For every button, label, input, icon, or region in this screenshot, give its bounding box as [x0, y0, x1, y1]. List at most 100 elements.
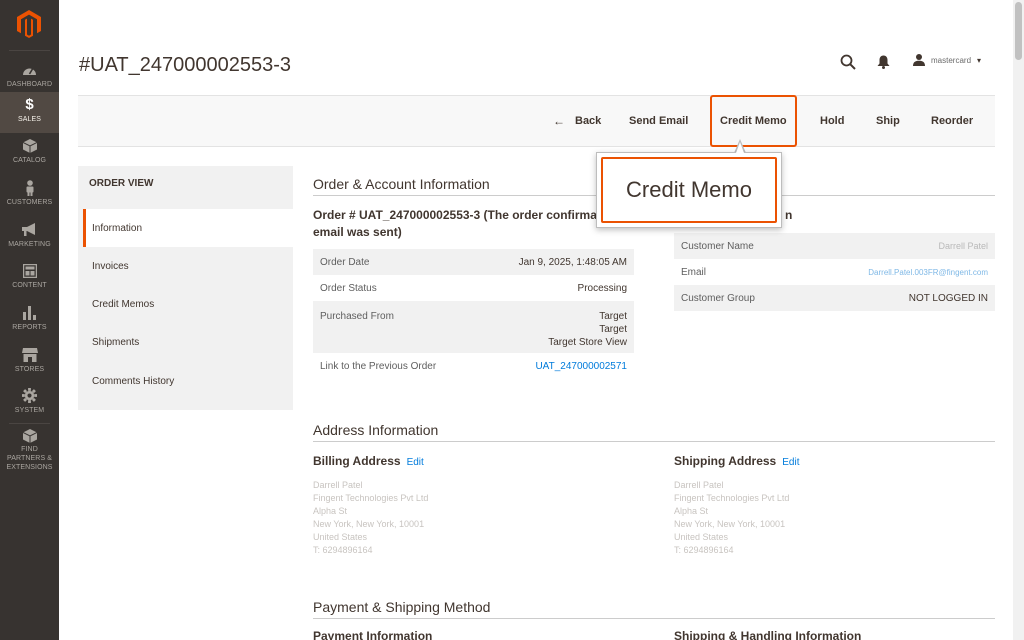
order-view-title: ORDER VIEW [89, 178, 154, 189]
order-info-table: Order Date Jan 9, 2025, 1:48:05 AM Order… [313, 249, 634, 379]
menu-item-sales[interactable]: $ SALES [0, 92, 59, 133]
billing-address-title: Billing Address [313, 454, 401, 468]
reorder-button[interactable]: Reorder [931, 96, 973, 146]
row-value: Target [599, 311, 627, 322]
section-divider [313, 618, 995, 619]
row-label: Link to the Previous Order [320, 360, 437, 372]
send-email-button[interactable]: Send Email [629, 96, 688, 146]
layout-icon [22, 262, 37, 279]
order-heading: Order # UAT_247000002553-3 (The order co… [313, 207, 603, 241]
gear-icon [22, 387, 37, 404]
admin-menu: DASHBOARD $ SALES CATALOG CUSTOMERS MARK… [0, 0, 59, 640]
magento-logo-icon[interactable] [17, 10, 41, 38]
order-account-section-title: Order & Account Information [313, 176, 490, 192]
row-value: Target [599, 324, 627, 335]
address-line: New York, New York, 10001 [313, 519, 425, 529]
order-heading-line: Order # UAT_247000002553-3 (The order co… [313, 208, 597, 222]
nav-item-information[interactable]: Information [83, 209, 293, 247]
reorder-label: Reorder [931, 115, 974, 127]
menu-item-customers[interactable]: CUSTOMERS [0, 175, 59, 216]
billing-address-lines: Darrell Patel Fingent Technologies Pvt L… [313, 479, 428, 557]
address-line: Fingent Technologies Pvt Ltd [313, 493, 429, 503]
menu-label: MARKETING [8, 241, 51, 248]
shipping-handling-heading: Shipping & Handling Information [674, 629, 862, 640]
page-title: #UAT_247000002553-3 [79, 54, 292, 76]
nav-item-credit-memos[interactable]: Credit Memos [83, 285, 293, 323]
bar-chart-icon [22, 304, 37, 321]
row-label: Customer Group [681, 292, 755, 304]
menu-item-stores[interactable]: STORES [0, 342, 59, 383]
menu-label: SYSTEM [14, 407, 45, 414]
scrollbar-thumb[interactable] [1015, 2, 1022, 60]
nav-item-shipments[interactable]: Shipments [83, 323, 293, 361]
table-row: Order Status Processing [313, 275, 634, 301]
table-row: Email Darrell.Patel.003FR@fingent.com [674, 259, 995, 285]
ship-label: Ship [876, 115, 900, 127]
nav-item-label: Information [92, 222, 143, 234]
order-heading-line: email was sent) [313, 225, 402, 239]
customer-email-link[interactable]: Darrell.Patel.003FR@fingent.com [868, 268, 988, 277]
box-icon [22, 137, 37, 154]
nav-item-comments-history[interactable]: Comments History [83, 362, 293, 400]
table-row: Link to the Previous Order UAT_247000002… [313, 353, 634, 379]
row-value: Darrell Patel [938, 241, 988, 251]
search-icon[interactable] [840, 54, 856, 70]
nav-item-label: Shipments [92, 336, 140, 348]
chevron-down-icon: ▾ [977, 55, 982, 65]
table-row: Order Date Jan 9, 2025, 1:48:05 AM [313, 249, 634, 275]
back-button[interactable]: ← Back [553, 96, 601, 146]
menu-item-find-partners[interactable]: FIND PARTNERS & EXTENSIONS [0, 425, 59, 471]
payment-section-title: Payment & Shipping Method [313, 599, 491, 615]
address-line: New York, New York, 10001 [674, 519, 786, 529]
person-icon [25, 179, 35, 196]
row-value: Target Store View [548, 337, 627, 348]
user-account-menu[interactable]: mastercard ▾ [913, 54, 981, 66]
billing-edit-link[interactable]: Edit [407, 457, 424, 468]
hold-label: Hold [820, 115, 845, 127]
previous-order-link[interactable]: UAT_247000002571 [535, 361, 627, 372]
row-label: Order Date [320, 256, 370, 268]
nav-item-label: Credit Memos [92, 298, 155, 310]
shipping-edit-link[interactable]: Edit [782, 457, 799, 468]
storefront-icon [21, 346, 38, 363]
ship-button[interactable]: Ship [876, 96, 900, 146]
payment-info-heading: Payment Information [313, 629, 433, 640]
address-line: United States [313, 532, 368, 542]
menu-item-system[interactable]: SYSTEM [0, 383, 59, 424]
page-scrollbar[interactable] [1013, 0, 1024, 640]
user-name: mastercard [931, 55, 972, 65]
section-divider [313, 441, 995, 442]
menu-item-marketing[interactable]: MARKETING [0, 217, 59, 258]
row-label: Email [681, 266, 707, 278]
address-line: Darrell Patel [313, 480, 363, 490]
address-line: United States [674, 532, 729, 542]
shipping-address-heading: Shipping Address Edit [674, 454, 799, 468]
menu-separator [9, 50, 50, 51]
menu-item-content[interactable]: CONTENT [0, 258, 59, 299]
nav-item-label: Comments History [92, 375, 175, 387]
menu-label: REPORTS [12, 324, 47, 331]
address-line: Fingent Technologies Pvt Ltd [674, 493, 790, 503]
user-icon [913, 54, 925, 66]
billing-address-heading: Billing Address Edit [313, 454, 424, 468]
menu-label: FIND PARTNERS & EXTENSIONS [6, 446, 53, 471]
nav-item-label: Invoices [92, 260, 129, 272]
credit-memo-callout: Credit Memo [596, 152, 782, 228]
address-line: Alpha St [674, 506, 709, 516]
shipping-address-title: Shipping Address [674, 454, 777, 468]
menu-item-catalog[interactable]: CATALOG [0, 133, 59, 174]
bell-icon[interactable] [877, 55, 890, 69]
send-email-label: Send Email [629, 115, 689, 127]
menu-label: CUSTOMERS [6, 199, 53, 206]
page-actions-toolbar: ← Back Send Email Credit Memo Hold Ship … [78, 95, 995, 147]
dollar-icon: $ [25, 96, 34, 113]
menu-label: SALES [17, 116, 42, 123]
order-view-nav: ORDER VIEW Information Invoices Credit M… [78, 166, 293, 410]
credit-memo-button[interactable]: Credit Memo [710, 95, 797, 147]
nav-item-invoices[interactable]: Invoices [83, 247, 293, 285]
hold-button[interactable]: Hold [820, 96, 844, 146]
menu-label: STORES [14, 366, 45, 373]
menu-item-reports[interactable]: REPORTS [0, 300, 59, 341]
row-label: Customer Name [681, 240, 754, 252]
row-value: NOT LOGGED IN [908, 292, 988, 304]
